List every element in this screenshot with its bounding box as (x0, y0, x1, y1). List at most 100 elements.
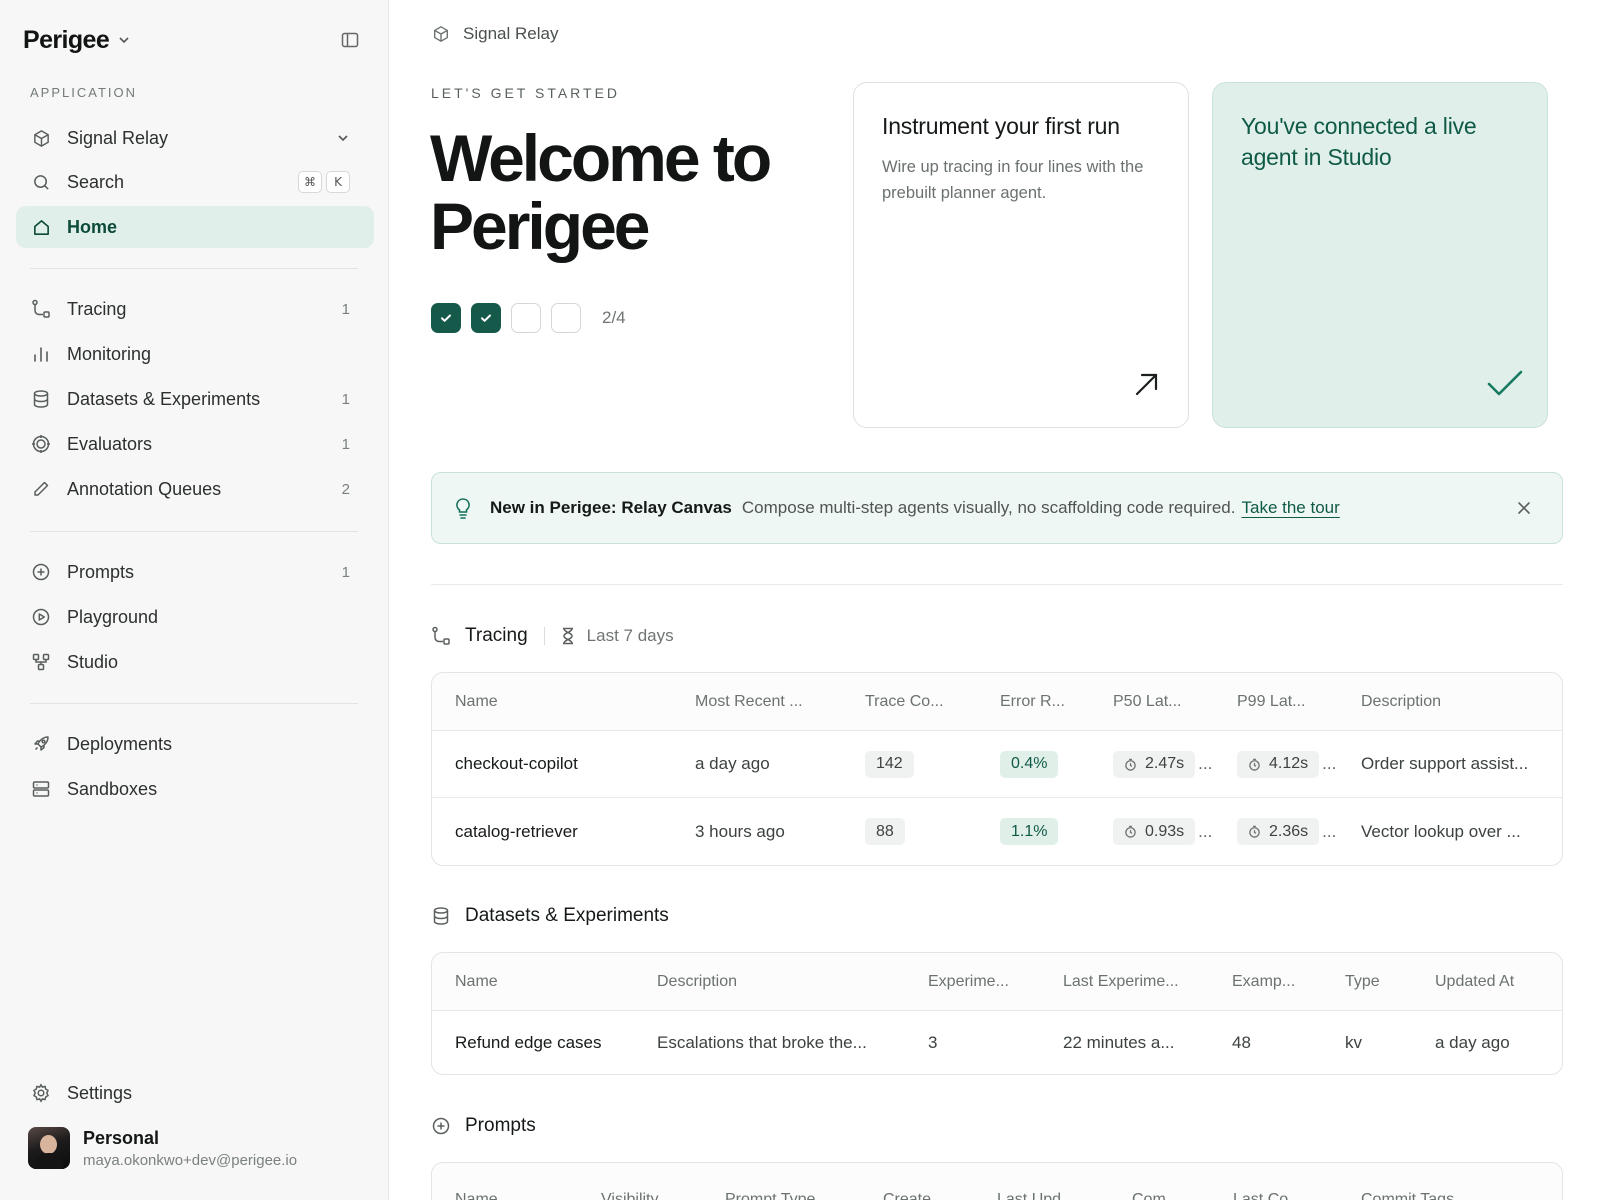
sidebar-item-playground[interactable]: Playground (16, 596, 374, 638)
app-selector[interactable]: Signal Relay (16, 117, 374, 159)
column-header[interactable]: Error R... (1000, 693, 1065, 711)
onboarding-card-instrument[interactable]: Instrument your first run Wire up tracin… (853, 82, 1189, 428)
table-row[interactable]: checkout-copilot a day ago 142 0.4% 2.47… (432, 731, 1562, 798)
column-header[interactable]: Description (1361, 693, 1441, 711)
onboarding-card-studio[interactable]: You've connected a live agent in Studio (1212, 82, 1548, 428)
cell-name[interactable]: Refund edge cases (455, 1033, 602, 1053)
column-header[interactable]: Commit Tags (1361, 1191, 1454, 1200)
sidebar-item-annotation-queues[interactable]: Annotation Queues 2 (16, 468, 374, 510)
banner-headline: New in Perigee: Relay Canvas (490, 498, 732, 517)
sidebar-item-prompts[interactable]: Prompts 1 (16, 551, 374, 593)
column-header[interactable]: P50 Lat... (1113, 693, 1182, 711)
column-header[interactable]: Most Recent ... (695, 693, 803, 711)
column-header[interactable]: Com... (1132, 1191, 1179, 1200)
card-title: Instrument your first run (882, 113, 1120, 139)
sidebar-toggle-icon[interactable] (340, 30, 360, 50)
chevron-down-icon[interactable] (117, 33, 131, 47)
latency-badge: 0.93s (1113, 818, 1196, 845)
latency-value: 2.36s (1269, 822, 1309, 840)
sidebar-item-studio[interactable]: Studio (16, 641, 374, 683)
column-header[interactable]: Last Co... (1233, 1191, 1301, 1200)
cell-examples: 48 (1232, 1032, 1251, 1052)
breadcrumb-item[interactable]: Signal Relay (463, 24, 558, 44)
column-header[interactable]: Examp... (1232, 973, 1295, 991)
time-range-selector[interactable]: Last 7 days (561, 626, 674, 646)
sidebar-item-home[interactable]: Home (16, 206, 374, 248)
column-header[interactable]: Updated At (1435, 973, 1514, 991)
table-row[interactable]: catalog-retriever 3 hours ago 88 1.1% 0.… (432, 798, 1562, 865)
step-checkbox-2[interactable] (471, 303, 501, 333)
profile-name: Personal (83, 1127, 160, 1148)
chevron-down-icon (336, 131, 350, 145)
table-row[interactable]: Refund edge cases Escalations that broke… (432, 1011, 1562, 1074)
divider (30, 703, 358, 704)
step-checkbox-4[interactable] (551, 303, 581, 333)
column-header[interactable]: Create... (883, 1191, 944, 1200)
column-header[interactable]: Prompt Type (725, 1191, 815, 1200)
close-icon[interactable] (1516, 500, 1532, 516)
column-header[interactable]: Name (455, 693, 498, 711)
take-tour-link[interactable]: Take the tour (1241, 498, 1339, 518)
arrow-up-right-icon[interactable] (1132, 369, 1162, 399)
cell-updated: a day ago (1435, 1032, 1510, 1052)
section-title[interactable]: Prompts (465, 1115, 536, 1137)
cell-name[interactable]: checkout-copilot (455, 754, 578, 774)
prompts-table: Name Visibility Prompt Type Create... La… (431, 1162, 1563, 1200)
step-checkbox-3[interactable] (511, 303, 541, 333)
pencil-icon (31, 479, 51, 499)
sidebar-item-datasets[interactable]: Datasets & Experiments 1 (16, 378, 374, 420)
column-header[interactable]: Description (657, 973, 737, 991)
column-header[interactable]: Experime... (928, 973, 1009, 991)
clock-icon (1248, 758, 1261, 771)
column-header[interactable]: Last Experime... (1063, 973, 1179, 991)
cell-name[interactable]: catalog-retriever (455, 822, 578, 842)
column-header[interactable]: Name (455, 1191, 498, 1200)
latency-badge: 4.12s (1237, 750, 1320, 778)
step-checkbox-1[interactable] (431, 303, 461, 333)
sidebar-item-label: Playground (67, 606, 159, 627)
sidebar-item-deployments[interactable]: Deployments (16, 723, 374, 765)
avatar (28, 1127, 70, 1169)
error-rate-badge: 1.1% (1000, 818, 1059, 845)
column-header[interactable]: P99 Lat... (1237, 693, 1306, 711)
banner-text: Compose multi-step agents visually, no s… (741, 498, 1236, 517)
error-rate-badge: 0.4% (1000, 750, 1059, 778)
column-header[interactable]: Type (1345, 973, 1380, 991)
sidebar-item-label: Prompts (67, 561, 135, 582)
ellipsis: ... (1198, 821, 1213, 841)
onboarding-progress: 2/4 (431, 303, 626, 333)
main-content: Signal Relay LET'S GET STARTED Welcome t… (390, 0, 1600, 1200)
ellipsis: ... (1322, 754, 1337, 773)
kbd-key: K (326, 171, 350, 193)
time-range-label: Last 7 days (586, 626, 674, 645)
column-header[interactable]: Name (455, 973, 498, 991)
workspace-name[interactable]: Perigee (23, 26, 110, 55)
breadcrumb: Signal Relay (432, 24, 558, 44)
column-header[interactable]: Visibility (601, 1191, 659, 1200)
table-header: Name Visibility Prompt Type Create... La… (432, 1163, 1562, 1200)
check-icon (1487, 369, 1523, 399)
sidebar-item-monitoring[interactable]: Monitoring (16, 333, 374, 375)
section-title[interactable]: Tracing (465, 625, 528, 647)
sidebar-item-label: Studio (67, 651, 119, 672)
latency-value: 4.12s (1269, 755, 1309, 772)
rocket-icon (31, 734, 51, 754)
column-header[interactable]: Trace Co... (865, 693, 944, 711)
sidebar-item-settings[interactable]: Settings (16, 1072, 374, 1114)
sidebar-item-tracing[interactable]: Tracing 1 (16, 288, 374, 330)
latency-value: 2.47s (1145, 755, 1185, 772)
tracing-table: Name Most Recent ... Trace Co... Error R… (431, 672, 1563, 866)
sidebar-item-sandboxes[interactable]: Sandboxes (16, 768, 374, 810)
target-icon (31, 434, 51, 454)
announcement-banner: New in Perigee: Relay Canvas Compose mul… (431, 472, 1563, 544)
section-title[interactable]: Datasets & Experiments (465, 905, 669, 927)
ellipsis: ... (1322, 821, 1337, 841)
database-icon (431, 906, 451, 926)
sidebar-item-evaluators[interactable]: Evaluators 1 (16, 423, 374, 465)
sidebar-search[interactable]: Search ⌘ K (16, 161, 374, 203)
app-selector-label: Signal Relay (67, 127, 169, 148)
user-profile[interactable]: Personal maya.okonkwo+dev@perigee.io (28, 1127, 297, 1169)
kbd-cmd: ⌘ (298, 171, 322, 193)
latency-value: 0.93s (1145, 822, 1185, 840)
column-header[interactable]: Last Upd... (997, 1191, 1074, 1200)
